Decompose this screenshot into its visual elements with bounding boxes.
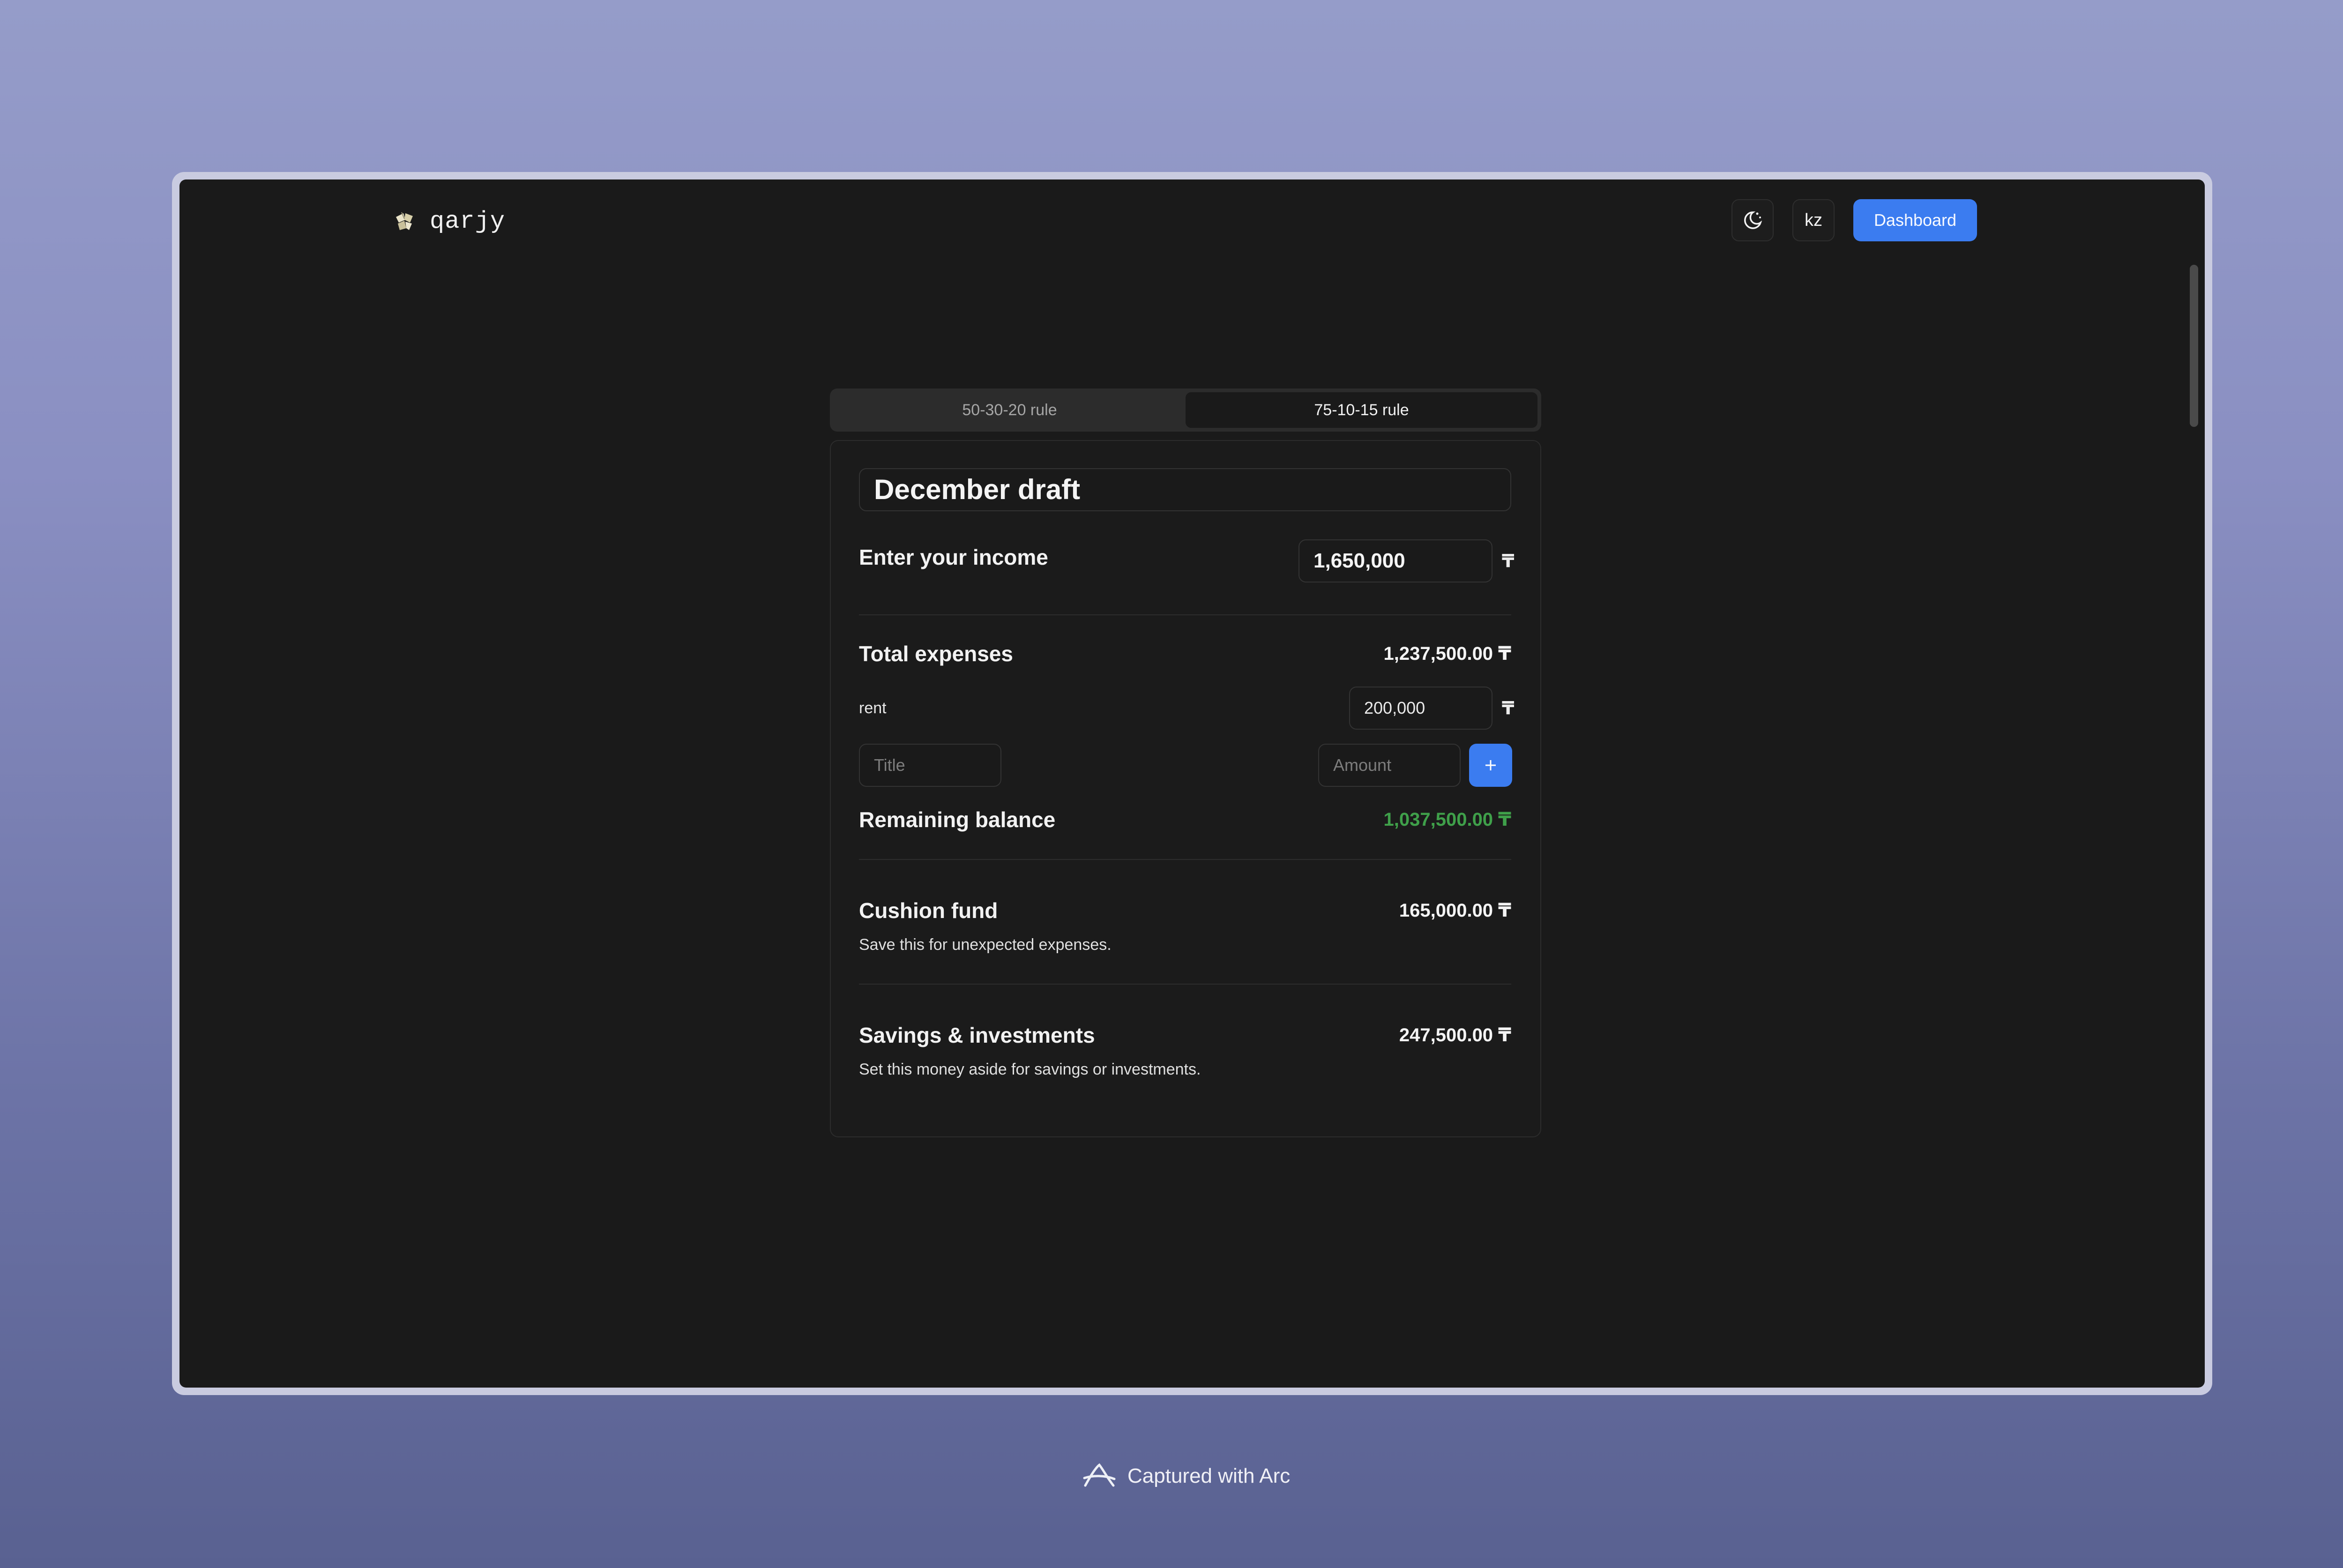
- cushion-fund-label: Cushion fund: [859, 898, 998, 923]
- new-expense-title-input[interactable]: Title: [859, 744, 1001, 787]
- income-currency: ₸: [1502, 552, 1515, 571]
- savings-description: Set this money aside for savings or inve…: [859, 1060, 1201, 1078]
- language-button[interactable]: kz: [1792, 199, 1835, 241]
- leaf-logo-icon: [396, 212, 413, 230]
- moon-icon: [1744, 211, 1762, 229]
- add-expense-button[interactable]: [1469, 744, 1512, 787]
- tab-75-10-15-rule[interactable]: 75-10-15 rule: [1186, 392, 1537, 428]
- cushion-fund-value: 165,000.00 ₸: [1399, 900, 1511, 921]
- income-input[interactable]: 1,650,000: [1298, 539, 1492, 582]
- savings-description-row: Set this money aside for savings or inve…: [859, 1060, 1511, 1079]
- remaining-balance-value: 1,037,500.00 ₸: [1383, 809, 1512, 830]
- divider: [859, 984, 1511, 985]
- capture-footer: Captured with Arc: [1082, 1461, 1290, 1491]
- divider: [859, 859, 1511, 860]
- budget-title-input[interactable]: December draft: [859, 468, 1511, 511]
- remaining-balance-row: Remaining balance 1,037,500.00 ₸: [859, 806, 1511, 834]
- logo[interactable]: qarjy: [391, 208, 505, 235]
- divider: [859, 614, 1511, 615]
- app-name: qarjy: [430, 208, 506, 235]
- header-actions: kz Dashboard: [1731, 199, 1977, 241]
- savings-label: Savings & investments: [859, 1023, 1095, 1047]
- total-expenses-row: Total expenses 1,237,500.00 ₸: [859, 640, 1511, 668]
- rule-tabs: 50-30-20 rule 75-10-15 rule: [830, 388, 1541, 432]
- expense-currency: ₸: [1502, 699, 1515, 718]
- expense-title: rent: [859, 699, 887, 717]
- app-window: qarjy kz Dashboard 50-30-20 rule 75-10-1…: [179, 179, 2205, 1388]
- income-label: Enter your income: [859, 545, 1048, 569]
- budget-card: December draft Enter your income 1,650,0…: [830, 440, 1541, 1137]
- scrollbar[interactable]: [2190, 265, 2198, 427]
- cushion-fund-row: Cushion fund 165,000.00 ₸: [859, 896, 1511, 925]
- browser-frame: qarjy kz Dashboard 50-30-20 rule 75-10-1…: [172, 172, 2212, 1395]
- footer-text: Captured with Arc: [1127, 1464, 1291, 1487]
- dashboard-button[interactable]: Dashboard: [1853, 199, 1977, 241]
- arc-logo-icon: [1083, 1463, 1116, 1487]
- cushion-fund-description-row: Save this for unexpected expenses.: [859, 936, 1511, 954]
- theme-toggle-button[interactable]: [1731, 199, 1774, 241]
- total-expenses-label: Total expenses: [859, 642, 1013, 666]
- new-expense-amount-input[interactable]: Amount: [1318, 744, 1461, 787]
- expense-amount-input[interactable]: 200,000: [1349, 687, 1492, 730]
- savings-row: Savings & investments 247,500.00 ₸: [859, 1021, 1511, 1049]
- remaining-balance-label: Remaining balance: [859, 807, 1056, 832]
- cushion-fund-description: Save this for unexpected expenses.: [859, 936, 1112, 954]
- total-expenses-value: 1,237,500.00 ₸: [1383, 643, 1512, 664]
- tab-50-30-20-rule[interactable]: 50-30-20 rule: [834, 392, 1186, 428]
- plus-icon: [1485, 760, 1496, 770]
- savings-value: 247,500.00 ₸: [1399, 1025, 1511, 1045]
